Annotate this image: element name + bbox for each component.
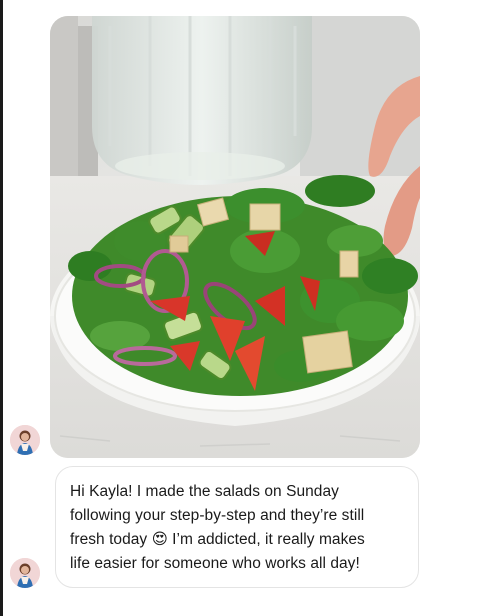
profile-avatar-icon xyxy=(10,558,40,588)
sender-avatar[interactable] xyxy=(10,558,40,588)
message-photo-salad[interactable] xyxy=(50,16,420,458)
sender-avatar[interactable] xyxy=(10,425,40,455)
message-line: life easier for someone who works all da… xyxy=(70,555,360,572)
message-line: fresh today 😍 I’m addicted, it really ma… xyxy=(70,531,365,548)
profile-avatar-icon xyxy=(10,425,40,455)
message-line: Hi Kayla! I made the salads on Sunday xyxy=(70,483,339,500)
message-line: following your step-by-step and they’re … xyxy=(70,507,365,524)
chat-thread: Hi Kayla! I made the salads on Sunday fo… xyxy=(3,0,482,616)
salad-photo xyxy=(50,16,420,458)
message-text-bubble[interactable]: Hi Kayla! I made the salads on Sunday fo… xyxy=(55,466,419,588)
